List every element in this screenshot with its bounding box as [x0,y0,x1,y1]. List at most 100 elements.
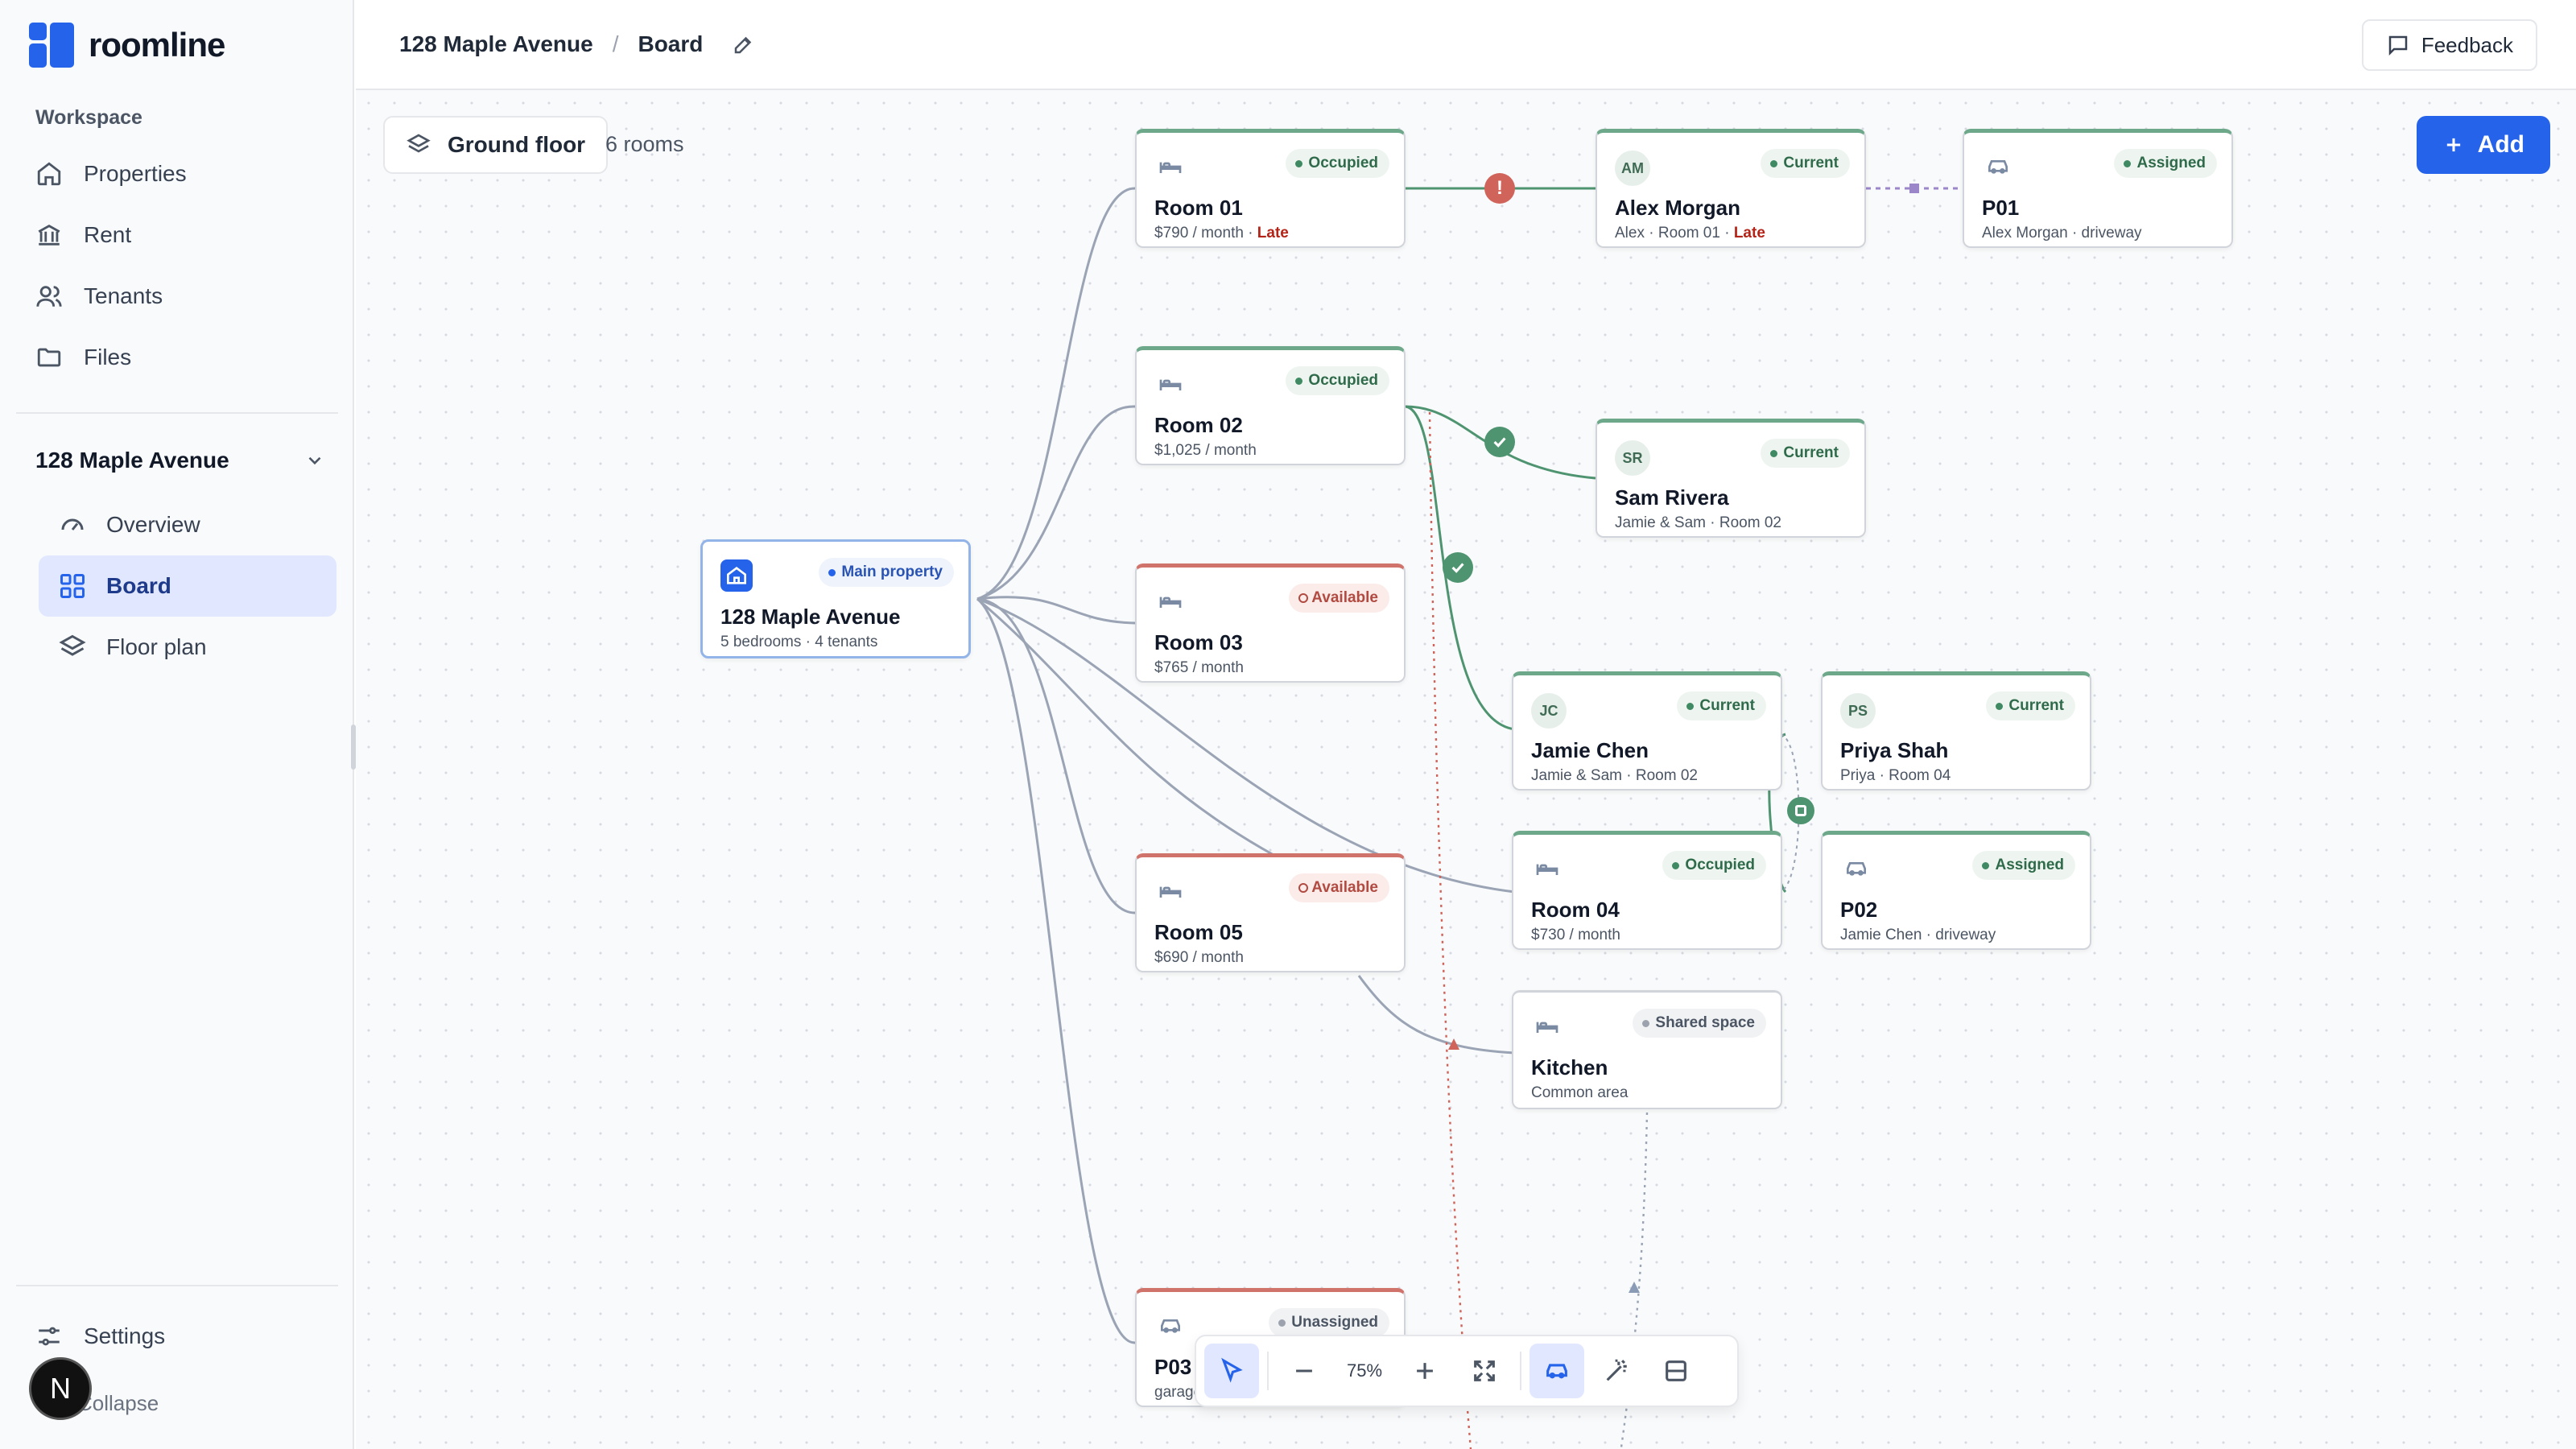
link-marker[interactable] [1787,797,1814,824]
workspace-label: Workspace [35,106,142,129]
sidebar-divider [16,412,338,414]
card-tenant-alex-morgan[interactable]: AM Current Alex Morgan Alex · Room 01 · … [1596,129,1866,248]
square-icon [1795,805,1806,816]
plus-icon [2446,138,2460,152]
avatar: JC [1531,693,1567,729]
sidebar-item-label: Overview [106,512,200,537]
sidebar-item-rent[interactable]: Rent [35,211,131,259]
add-button[interactable]: Add [2416,116,2550,174]
sidebar-item-properties[interactable]: Properties [35,150,187,198]
status-badge: Current [1761,439,1850,468]
status-badge: Shared space [1633,1009,1766,1038]
canvas-toolbar: 75% [1195,1335,1739,1407]
status-badge: Occupied [1286,366,1389,395]
parking-view-button[interactable] [1530,1344,1584,1398]
card-meta: $765 / month [1154,659,1244,676]
status-badge: Assigned [1972,851,2075,880]
user-avatar[interactable]: N [29,1357,92,1420]
card-tenant-sam-rivera[interactable]: SR Current Sam Rivera Jamie & Sam · Room… [1596,419,1866,538]
card-title: Room 01 [1154,196,1243,220]
card-room-04[interactable]: Occupied Room 04 $730 / month [1512,831,1782,950]
card-tenant-priya-shah[interactable]: PS Current Priya Shah Priya · Room 04 [1821,671,2091,791]
card-meta-text: Alex · Room 01 · [1615,225,1734,242]
sidebar-item-tenants[interactable]: Tenants [35,272,163,320]
edit-icon[interactable] [732,32,756,56]
home-icon [37,162,61,186]
sidebar-item-label: Board [106,573,171,598]
feedback-button[interactable]: Feedback [2361,19,2537,71]
zoom-out-button[interactable] [1277,1344,1331,1398]
zoom-in-button[interactable] [1397,1344,1452,1398]
sidebar-item-files[interactable]: Files [35,333,131,382]
card-meta: $1,025 / month [1154,442,1257,459]
status-badge: Available [1289,873,1389,902]
check-icon [1451,563,1464,573]
property-switcher[interactable]: 128 Maple Avenue [35,448,325,473]
avatar: AM [1615,151,1650,186]
avatar: SR [1615,440,1650,476]
minus-icon [1296,1369,1312,1373]
fit-view-button[interactable] [1457,1344,1512,1398]
app-name: roomline [89,26,225,64]
card-meta: $730 / month [1531,927,1620,943]
toolbar-divider [1520,1352,1521,1390]
sidebar-item-label: Settings [84,1323,166,1348]
status-badge: Available [1289,584,1389,613]
panel-icon [1666,1360,1686,1381]
add-label: Add [2477,131,2524,158]
bank-icon [38,225,60,246]
warning-marker[interactable]: ! [1484,173,1515,204]
breadcrumb-page: Board [638,31,704,56]
home-icon [720,559,753,592]
sidebar-item-label: Floor plan [106,634,207,659]
breadcrumb-property[interactable]: 128 Maple Avenue [399,31,593,57]
floor-label: Ground floor [448,132,586,157]
card-room-01[interactable]: Occupied Room 01 $790 / month · Late [1135,129,1406,248]
sidebar-item-board[interactable]: Board [39,555,336,617]
card-meta: Common area [1531,1084,1629,1101]
card-tenant-jamie-chen[interactable]: JC Current Jamie Chen Jamie & Sam · Room… [1512,671,1782,791]
card-meta: 5 bedrooms · 4 tenants [720,634,878,650]
edge-room05-kitchen [1357,975,1516,1055]
sidebar-item-label: Files [84,345,132,369]
status-badge: Current [1761,149,1850,178]
card-title: Jamie Chen [1531,738,1649,762]
status-badge: Unassigned [1269,1308,1389,1337]
status-badge: Occupied [1662,851,1766,880]
avatar: PS [1840,693,1876,729]
card-room-05[interactable]: Available Room 05 $690 / month [1135,853,1406,972]
edge-main-room01 [976,187,1136,601]
edges-layer [976,184,1963,1449]
sidebar-item-floor-plan[interactable]: Floor plan [39,617,336,678]
card-kitchen[interactable]: Shared space Kitchen Common area [1512,990,1782,1109]
magic-wand-icon [1606,1359,1627,1381]
card-room-02[interactable]: Occupied Room 02 $1,025 / month [1135,346,1406,465]
sidebar-item-overview[interactable]: Overview [39,494,336,555]
card-title: Alex Morgan [1615,196,1741,220]
car-icon [1840,852,1872,885]
board-canvas[interactable]: Ground floor 6 rooms Add Main property 1… [356,90,2576,1449]
top-header: 128 Maple Avenue / Board Feedback [356,0,2576,90]
card-meta: $790 / month · Late [1154,225,1289,242]
bed-icon [1154,875,1187,907]
feedback-label: Feedback [2421,32,2513,57]
grid-icon [60,574,85,598]
card-parking-p01[interactable]: Assigned P01 Alex Morgan · driveway [1963,129,2233,248]
card-main-property[interactable]: Main property 128 Maple Avenue 5 bedroom… [700,539,971,658]
late-label: Late [1733,225,1765,242]
sidebar-item-settings[interactable]: Settings [35,1312,165,1360]
app-logo[interactable]: roomline [29,23,225,68]
late-label: Late [1257,225,1289,242]
auto-layout-button[interactable] [1589,1344,1644,1398]
check-marker[interactable] [1443,552,1473,583]
card-parking-p02[interactable]: Assigned P02 Jamie Chen · driveway [1821,831,2091,950]
select-tool-button[interactable] [1204,1344,1259,1398]
chevron-down-icon [308,456,321,465]
check-marker[interactable] [1484,427,1515,457]
floor-selector[interactable]: Ground floor [383,116,609,174]
car-icon [1154,1310,1187,1342]
card-room-03[interactable]: Available Room 03 $765 / month [1135,564,1406,683]
card-title: Room 04 [1531,898,1620,922]
bed-icon [1154,585,1187,617]
panel-toggle-button[interactable] [1649,1344,1703,1398]
